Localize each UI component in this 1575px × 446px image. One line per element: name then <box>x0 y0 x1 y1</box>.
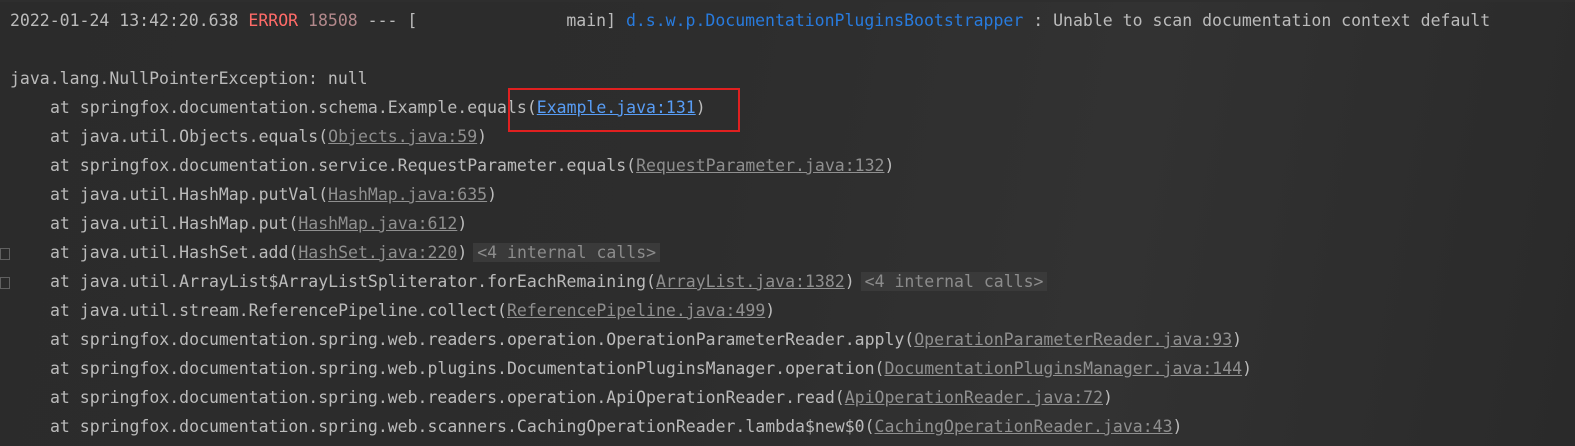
source-link[interactable]: OperationParameterReader.java:93 <box>914 330 1232 349</box>
source-link[interactable]: RequestParameter.java:132 <box>636 156 884 175</box>
log-thread: main] <box>566 11 616 30</box>
source-link[interactable]: ApiOperationReader.java:72 <box>845 388 1103 407</box>
log-timestamp: 2022-01-24 13:42:20.638 <box>10 11 239 30</box>
frame-method: at springfox.documentation.service.Reque… <box>50 156 637 175</box>
log-level: ERROR <box>248 11 299 30</box>
frame-method: at java.util.ArrayList$ArrayListSplitera… <box>50 272 656 291</box>
stack-frame: at springfox.documentation.service.Reque… <box>10 154 894 178</box>
source-link[interactable]: ArrayList.java:1382 <box>656 272 845 291</box>
frame-close-paren: ) <box>1232 330 1243 349</box>
frame-close-paren: ) <box>844 272 855 291</box>
frame-close-paren: ) <box>1242 359 1253 378</box>
internal-calls-toggle[interactable]: <4 internal calls> <box>860 272 1048 291</box>
previous-line-fragment <box>0 0 1575 2</box>
expand-fold-icon[interactable] <box>0 277 10 289</box>
source-link[interactable]: Objects.java:59 <box>328 127 477 146</box>
expand-fold-icon[interactable] <box>0 248 10 260</box>
log-header-line: 2022-01-24 13:42:20.638 ERROR 18508 --- … <box>10 9 1490 33</box>
frame-method: at springfox.documentation.spring.web.re… <box>50 330 915 349</box>
frame-method: at springfox.documentation.spring.web.sc… <box>50 417 875 436</box>
stack-frame: at java.util.Objects.equals(Objects.java… <box>10 125 487 149</box>
source-link[interactable]: CachingOperationReader.java:43 <box>875 417 1173 436</box>
log-pid: 18508 <box>308 11 358 30</box>
frame-close-paren: ) <box>1103 388 1113 407</box>
source-link[interactable]: HashMap.java:635 <box>328 185 487 204</box>
stack-frame: at java.util.HashMap.put(HashMap.java:61… <box>10 212 467 236</box>
exception-line: java.lang.NullPointerException: null <box>10 69 368 88</box>
source-link[interactable]: DocumentationPluginsManager.java:144 <box>884 359 1242 378</box>
frame-method: at java.util.HashSet.add( <box>50 243 299 262</box>
log-separator: --- [ <box>367 11 418 30</box>
source-link[interactable]: HashMap.java:612 <box>298 214 457 233</box>
stack-frame: at java.util.stream.ReferencePipeline.co… <box>10 299 775 323</box>
source-link[interactable]: ReferencePipeline.java:499 <box>507 301 765 320</box>
highlight-annotation <box>508 88 740 132</box>
stack-frame: at springfox.documentation.spring.web.re… <box>10 386 1113 410</box>
console-output: 2022-01-24 13:42:20.638 ERROR 18508 --- … <box>0 0 1575 446</box>
stack-frame: at springfox.documentation.spring.web.re… <box>10 328 1242 352</box>
frame-method: at java.util.stream.ReferencePipeline.co… <box>50 301 507 320</box>
stack-frame: at java.util.HashSet.add(HashSet.java:22… <box>10 241 661 265</box>
internal-calls-toggle[interactable]: <4 internal calls> <box>473 243 661 262</box>
source-link[interactable]: HashSet.java:220 <box>298 243 457 262</box>
frame-method: at springfox.documentation.spring.web.re… <box>50 388 845 407</box>
frame-method: at java.util.HashMap.putVal( <box>50 185 329 204</box>
frame-close-paren: ) <box>765 301 776 320</box>
frame-close-paren: ) <box>1172 417 1183 436</box>
frame-method: at java.util.Objects.equals( <box>50 127 329 146</box>
frame-method: at springfox.documentation.spring.web.pl… <box>50 359 885 378</box>
frame-close-paren: ) <box>487 185 498 204</box>
stack-frame: at springfox.documentation.spring.web.sc… <box>10 415 1182 439</box>
frame-close-paren: ) <box>884 156 895 175</box>
stack-frame: at java.util.HashMap.putVal(HashMap.java… <box>10 183 497 207</box>
stack-frame: at springfox.documentation.spring.web.pl… <box>10 357 1252 381</box>
stack-frame: at java.util.ArrayList$ArrayListSplitera… <box>10 270 1048 294</box>
frame-method: at springfox.documentation.schema.Exampl… <box>50 98 537 117</box>
log-logger: d.s.w.p.DocumentationPluginsBootstrapper <box>625 11 1024 30</box>
frame-close-paren: ) <box>457 214 468 233</box>
frame-method: at java.util.HashMap.put( <box>50 214 299 233</box>
log-message: : Unable to scan documentation context d… <box>1033 11 1491 30</box>
frame-close-paren: ) <box>477 127 488 146</box>
frame-close-paren: ) <box>457 243 468 262</box>
